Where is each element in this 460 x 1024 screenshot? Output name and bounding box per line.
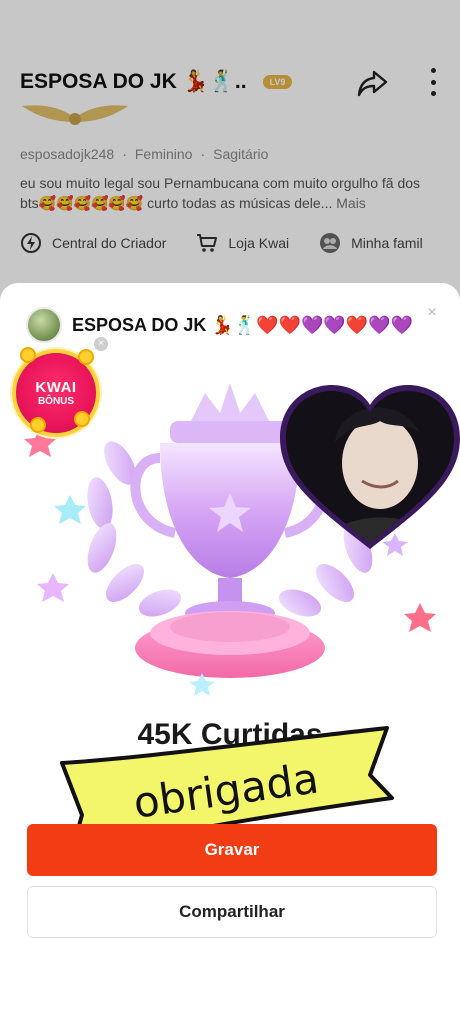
profile-bio: eu sou muito legal sou Pernambucana com …: [20, 174, 440, 213]
level-badge: LV9: [262, 75, 293, 89]
quick-links: Central do Criador Loja Kwai Minha famil: [20, 232, 423, 254]
meta-separator: ·: [200, 146, 206, 162]
quick-link-label: Minha famil: [351, 235, 423, 251]
profile-handle: esposadojk248: [20, 146, 115, 162]
quick-link-kwai-store[interactable]: Loja Kwai: [196, 232, 289, 254]
meta-separator: ·: [122, 146, 127, 162]
family-icon: [320, 233, 341, 253]
quick-link-label: Loja Kwai: [228, 235, 290, 251]
quick-link-creator-center[interactable]: Central do Criador: [20, 232, 166, 254]
profile-meta: esposadojk248 · Feminino · Sagitário: [20, 146, 268, 162]
bonus-close-icon[interactable]: ×: [94, 337, 108, 351]
share-icon[interactable]: [356, 68, 388, 98]
quick-link-family[interactable]: Minha famil: [319, 232, 423, 254]
sheet-header: ESPOSA DO JK 💃🕺❤️❤️💜💜❤️💜💜: [26, 305, 434, 345]
bonus-sublabel: BÔNUS: [37, 396, 75, 407]
coin-icon: [74, 411, 90, 427]
record-button[interactable]: Gravar: [27, 824, 437, 876]
cart-icon: [197, 234, 218, 252]
kwai-bonus-badge[interactable]: KWAI BÔNUS: [12, 347, 100, 437]
close-icon[interactable]: ×: [424, 305, 440, 321]
profile-sign: Sagitário: [213, 146, 269, 162]
profile-gender: Feminino: [134, 146, 193, 162]
coin-icon: [30, 417, 46, 433]
profile-name: ESPOSA DO JK 💃🕺..: [20, 70, 247, 93]
coin-icon: [78, 349, 94, 365]
quick-link-label: Central do Criador: [52, 235, 167, 251]
heart-photo: [280, 385, 460, 549]
bolt-circle-icon: [21, 233, 41, 253]
share-button[interactable]: Compartilhar: [27, 886, 437, 938]
sheet-title: ESPOSA DO JK 💃🕺❤️❤️💜💜❤️💜💜: [72, 314, 414, 335]
coin-icon: [20, 347, 36, 363]
bonus-label: KWAI: [35, 379, 77, 396]
profile-header: ESPOSA DO JK 💃🕺.. LV9: [20, 60, 440, 104]
milestone-sheet: ESPOSA DO JK 💃🕺❤️❤️💜💜❤️💜💜 × KWAI BÔNUS ×…: [0, 283, 460, 1024]
bio-more-link[interactable]: Mais: [336, 195, 366, 211]
wing-badge-icon: [22, 105, 128, 125]
more-options-icon[interactable]: [426, 68, 440, 96]
avatar: [26, 307, 62, 343]
